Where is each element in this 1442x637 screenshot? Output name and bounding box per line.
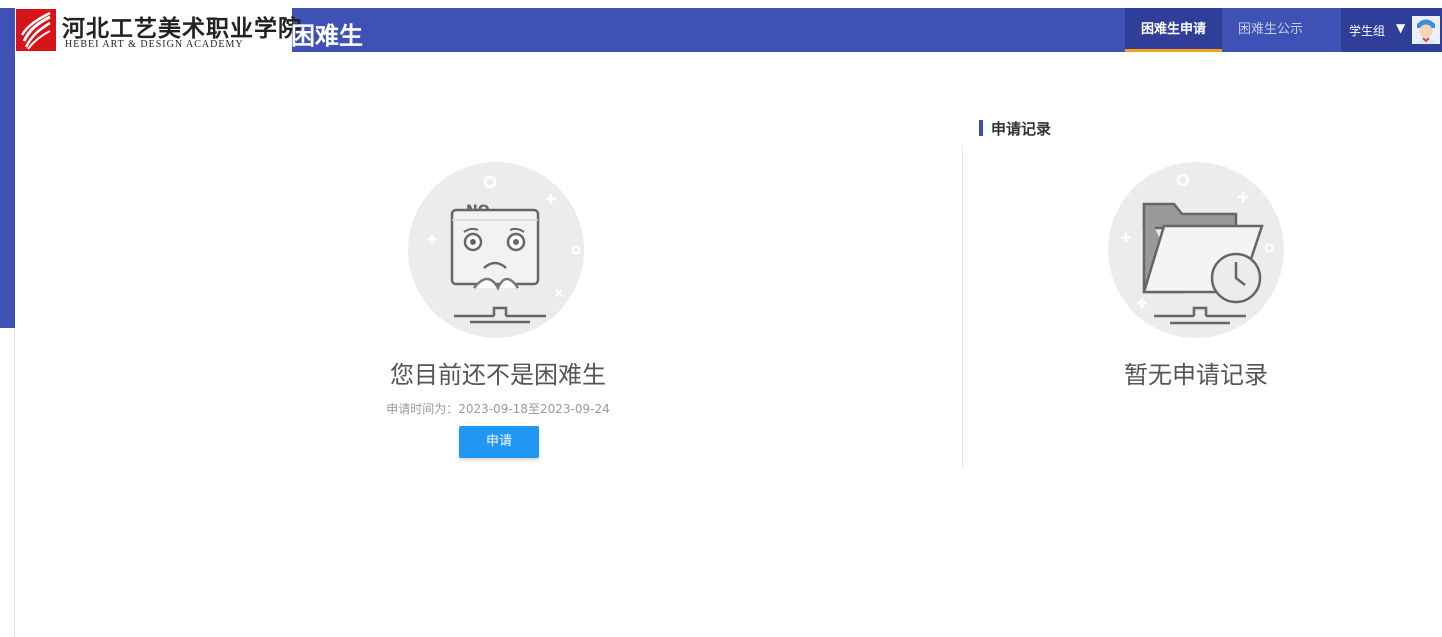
records-heading: 申请记录 xyxy=(979,119,1052,138)
user-name: 学生组 xyxy=(1349,24,1386,38)
school-emblem-icon xyxy=(16,9,56,51)
apply-button[interactable]: 申请 xyxy=(459,426,539,458)
school-name-en: HEBEI ART & DESIGN ACADEMY xyxy=(65,39,244,50)
module-title: 困难生 xyxy=(291,22,363,50)
chevron-down-icon[interactable]: ▼ xyxy=(1396,21,1405,35)
tab-difficulty-announcement[interactable]: 困难生公示 xyxy=(1222,8,1319,52)
avatar[interactable] xyxy=(1412,16,1440,44)
status-panel: NO 您目前还不是困难生 申请时间为：2023-09-18至2023-09-24… xyxy=(300,140,700,470)
top-strip xyxy=(0,0,1442,8)
empty-records-text: 暂无申请记录 xyxy=(1124,361,1268,389)
heading-accent-bar xyxy=(979,120,983,136)
panel-divider xyxy=(962,145,963,467)
school-name-cn: 河北工艺美术职业学院 xyxy=(62,15,302,42)
top-navbar: 河北工艺美术职业学院 HEBEI ART & DESIGN ACADEMY 困难… xyxy=(15,8,1442,52)
school-logo[interactable]: 河北工艺美术职业学院 HEBEI ART & DESIGN ACADEMY xyxy=(15,8,301,52)
records-title: 申请记录 xyxy=(991,119,1052,138)
apply-time-range: 申请时间为：2023-09-18至2023-09-24 xyxy=(386,402,610,416)
sidebar-accent xyxy=(0,8,15,328)
user-menu[interactable]: 学生组 ▼ xyxy=(1341,8,1442,52)
sidebar-edge xyxy=(14,328,15,637)
sad-face-illustration: NO xyxy=(408,162,584,338)
tab-difficulty-application[interactable]: 困难生申请 xyxy=(1125,8,1223,52)
main-nav: 困难生申请 困难生公示 xyxy=(1125,8,1319,52)
status-title: 您目前还不是困难生 xyxy=(390,361,606,389)
empty-folder-illustration xyxy=(1108,162,1284,338)
